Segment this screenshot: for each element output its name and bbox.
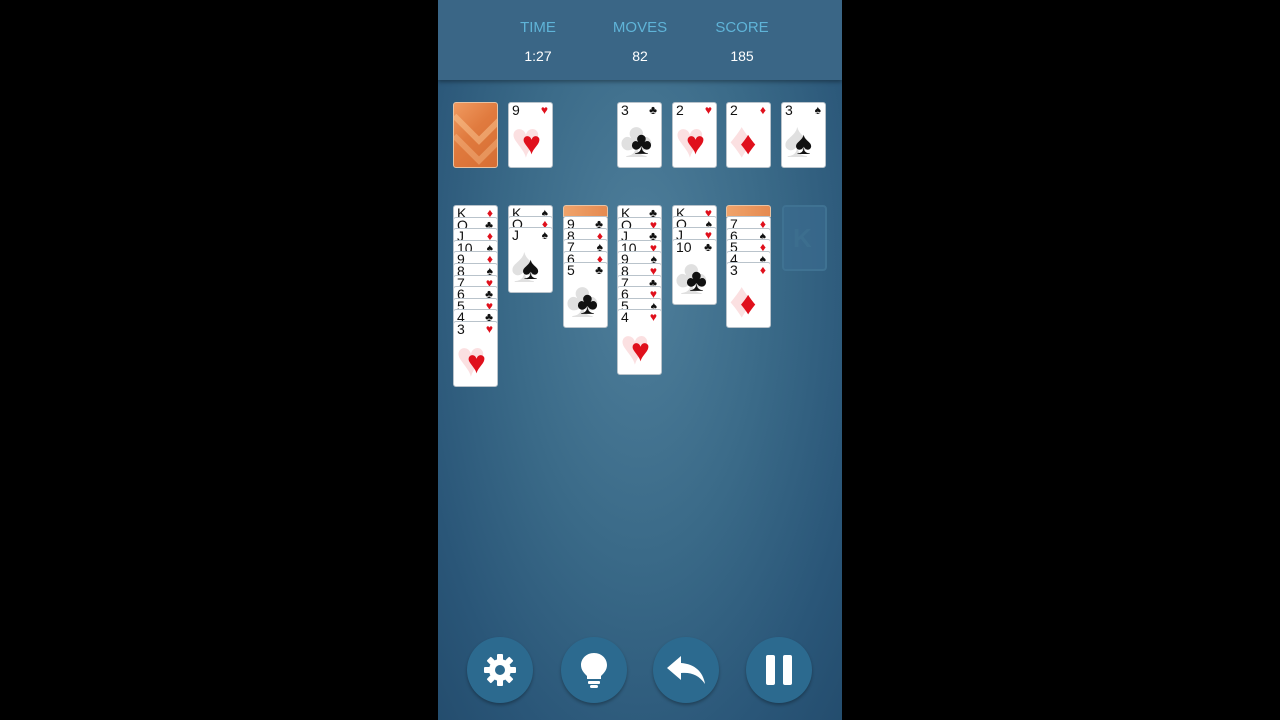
card-suit: ♦ — [759, 103, 766, 117]
playing-card[interactable]: ♦ 2 ♦ ♦ — [726, 102, 771, 168]
card-suit: ♥ — [649, 310, 657, 325]
card-suit: ♠ — [541, 228, 548, 242]
playing-card[interactable]: ♥ 4 ♥ ♥ — [617, 309, 662, 376]
playing-card[interactable]: ♠ J ♠ ♠ — [508, 227, 553, 293]
score-stat: SCORE 185 — [697, 18, 787, 66]
playing-card[interactable]: ♣ 5 ♣ ♣ — [563, 262, 608, 329]
time-value: 1:27 — [524, 48, 552, 64]
card-suit: ♥ — [485, 322, 493, 336]
card-rank: 10 — [676, 238, 692, 255]
card-suit: ♣ — [649, 103, 657, 117]
empty-tableau-column[interactable]: K — [782, 205, 827, 271]
time-label: TIME — [520, 19, 556, 36]
card-suit: ♥ — [540, 103, 548, 117]
card-rank: 2 — [730, 102, 738, 118]
card-center-suit: ♥ — [467, 344, 486, 380]
card-rank: 2 — [676, 102, 684, 118]
card-center-suit: ♦ — [740, 285, 757, 322]
empty-column-king-label: K — [793, 223, 812, 253]
card-center-suit: ♣ — [686, 261, 707, 298]
playing-card[interactable]: ♥ 9 ♥ ♥ — [508, 102, 553, 168]
score-value: 185 — [730, 48, 754, 64]
card-center-suit: ♥ — [631, 332, 650, 369]
card-suit: ♠ — [814, 103, 821, 117]
stock-pile[interactable] — [453, 102, 498, 168]
undo-button[interactable] — [653, 637, 719, 703]
playing-card[interactable]: ♥ 3 ♥ ♥ — [453, 321, 498, 387]
card-suit: ♣ — [704, 239, 712, 254]
pause-button[interactable] — [746, 637, 812, 703]
playing-card[interactable]: ♠ 3 ♠ ♠ — [781, 102, 826, 168]
card-rank: 3 — [785, 102, 793, 118]
settings-button[interactable] — [467, 637, 533, 703]
card-center-suit: ♦ — [740, 125, 757, 161]
hint-button[interactable] — [561, 637, 627, 703]
card-center-suit: ♠ — [522, 250, 539, 286]
playing-card[interactable]: ♦ 3 ♦ ♦ — [726, 262, 771, 329]
stats-bar: TIME 1:27 MOVES 82 SCORE 185 — [438, 0, 842, 80]
card-center-suit: ♠ — [795, 125, 812, 161]
card-rank: 9 — [512, 102, 520, 118]
playing-card[interactable]: ♥ 2 ♥ ♥ — [672, 102, 717, 168]
card-center-suit: ♣ — [577, 285, 598, 322]
playing-card[interactable]: ♣ 3 ♣ ♣ — [617, 102, 662, 168]
card-suit: ♥ — [704, 103, 712, 117]
card-rank: 5 — [567, 262, 575, 279]
game-board: TIME 1:27 MOVES 82 SCORE 185 K ♥ 9 ♥ ♥ ♣… — [438, 0, 842, 720]
card-rank: 3 — [730, 262, 738, 279]
card-center-suit: ♣ — [631, 125, 652, 161]
card-center-suit: ♥ — [686, 125, 705, 161]
moves-label: MOVES — [612, 19, 668, 36]
card-rank: J — [512, 227, 519, 243]
score-label: SCORE — [715, 19, 769, 36]
card-center-suit: ♥ — [522, 125, 541, 161]
card-rank: 3 — [457, 321, 465, 337]
gear-icon — [484, 654, 516, 686]
playing-card[interactable]: ♣ 10 ♣ ♣ — [672, 238, 717, 305]
undo-arrow-icon — [667, 656, 705, 684]
card-rank: 3 — [621, 102, 629, 118]
moves-value: 82 — [632, 48, 648, 64]
card-suit: ♣ — [595, 263, 603, 278]
lightbulb-icon — [581, 653, 607, 688]
time-stat: TIME 1:27 — [493, 18, 583, 66]
card-rank: 4 — [621, 309, 629, 326]
card-suit: ♦ — [759, 263, 766, 278]
pause-icon — [766, 655, 792, 685]
moves-stat: MOVES 82 — [595, 18, 685, 66]
